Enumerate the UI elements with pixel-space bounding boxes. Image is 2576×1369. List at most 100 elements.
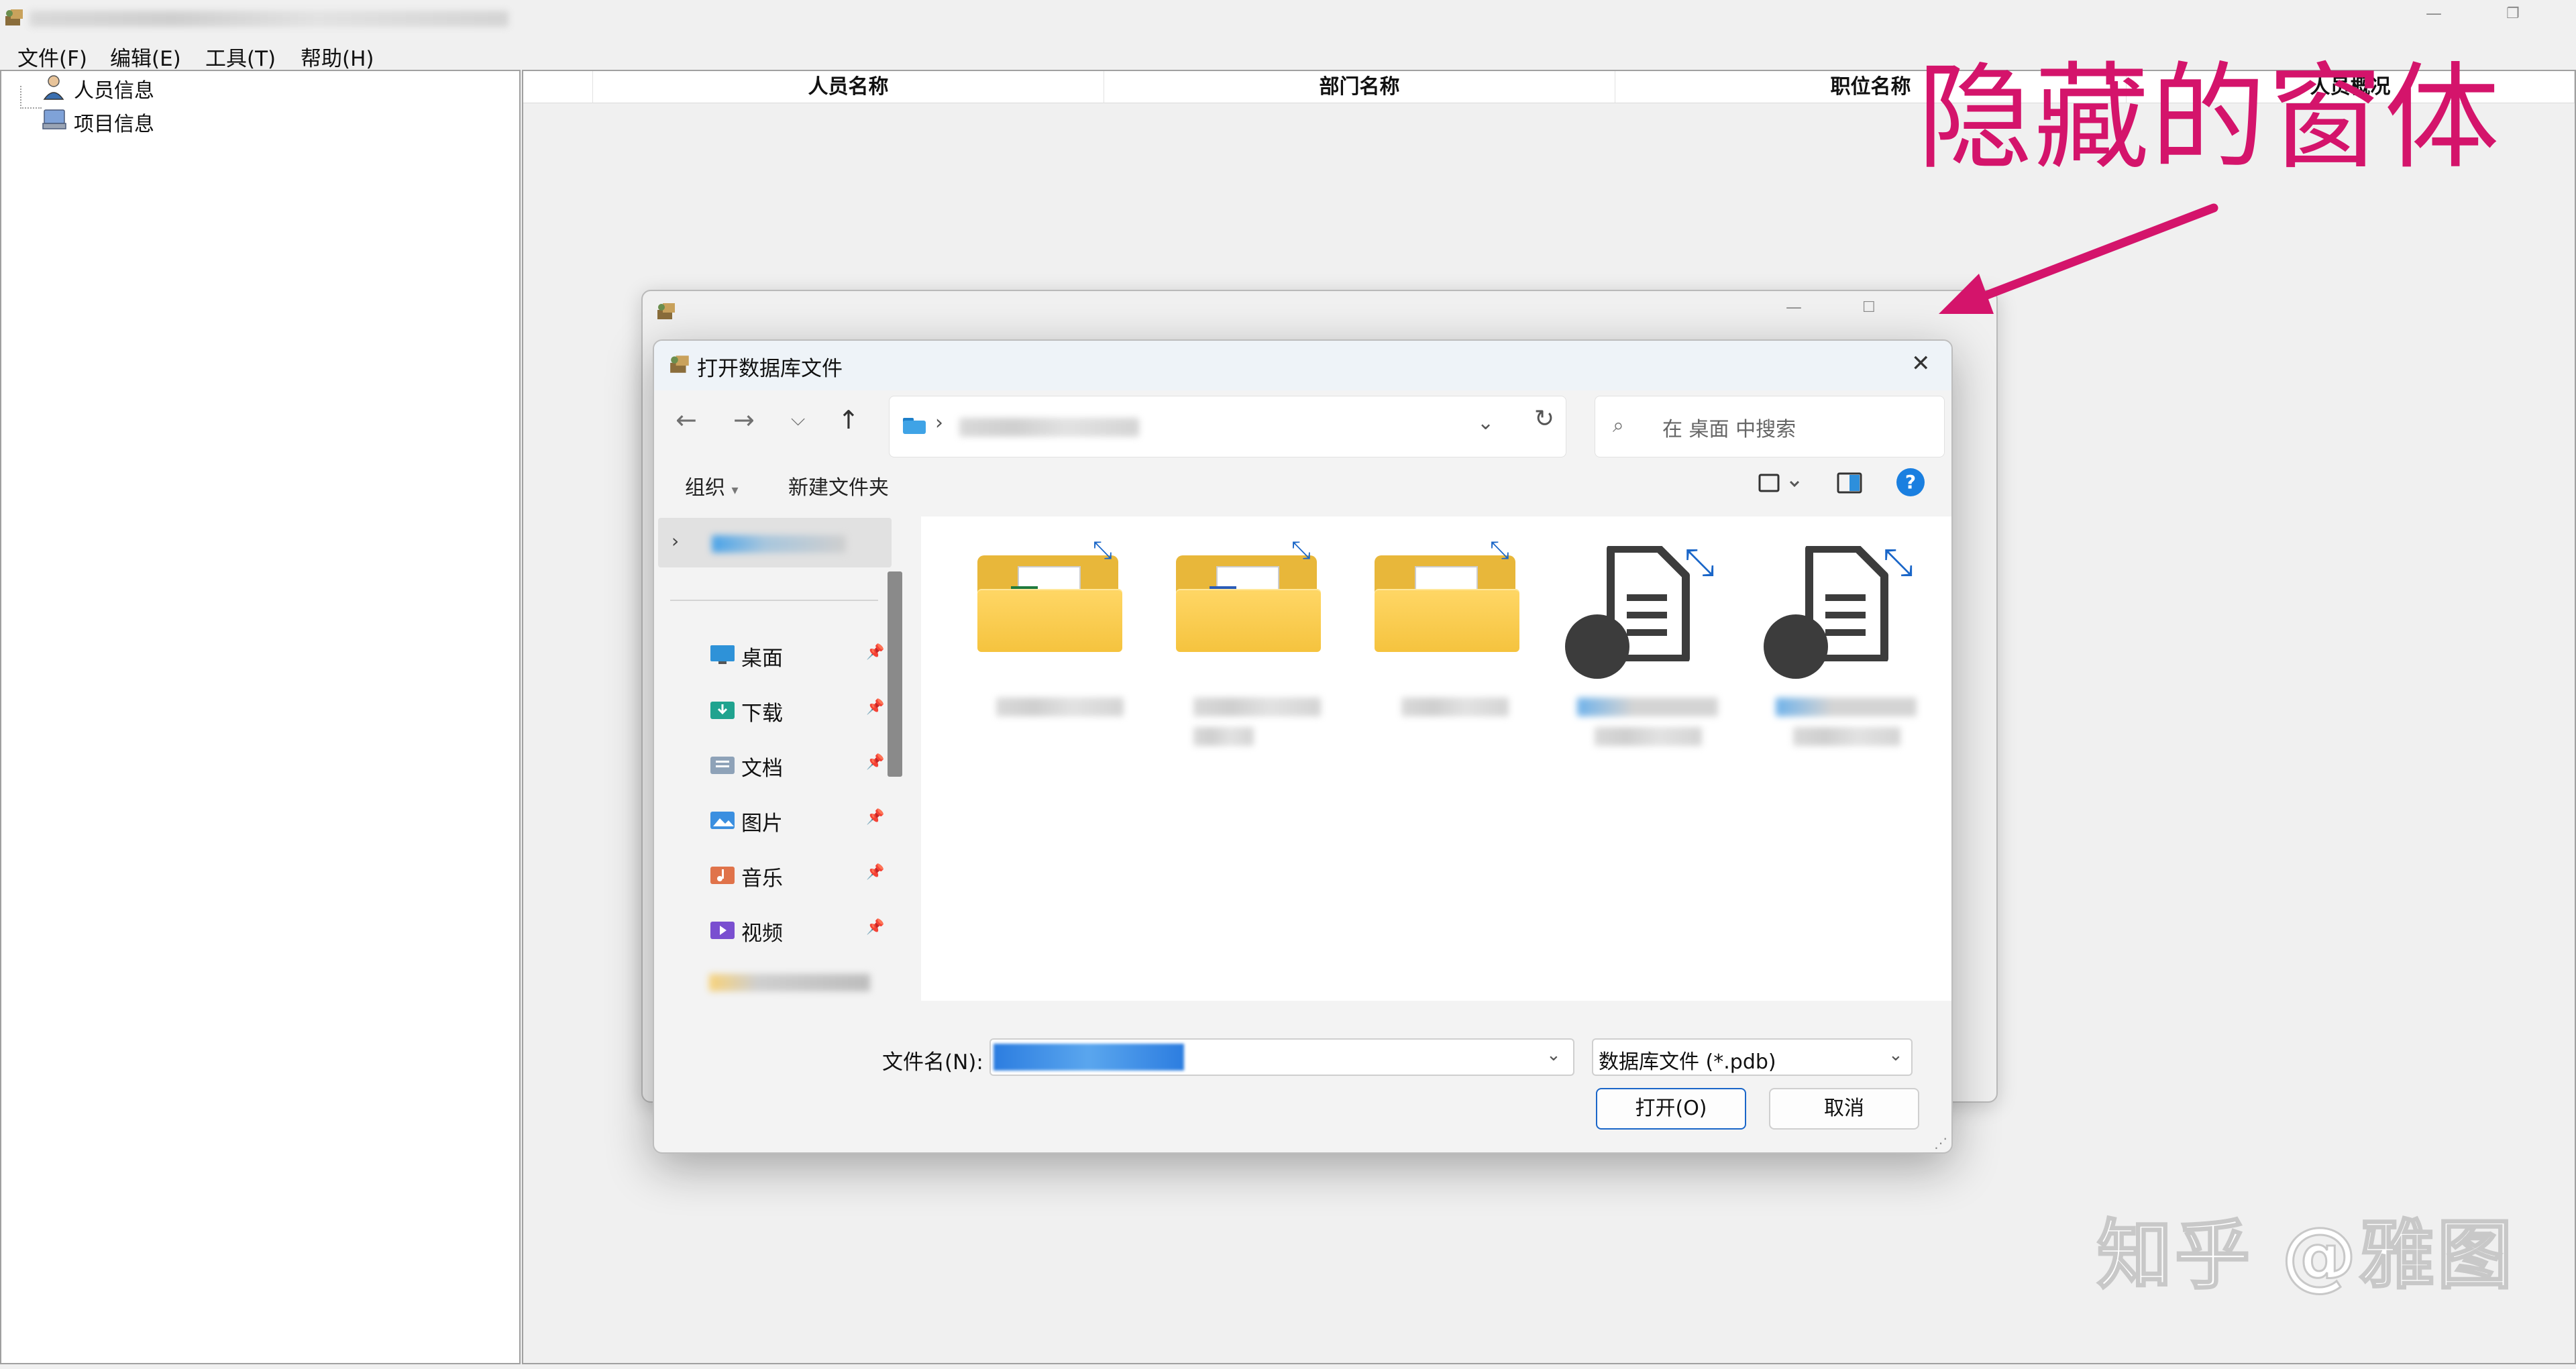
documents-icon [709,754,736,775]
hidden-window-minimize[interactable]: — [1786,298,1802,317]
watermark: 知乎 @雅图 [2096,1212,2515,1299]
nav-divider [670,600,878,601]
person-icon [42,74,66,101]
filename-input[interactable]: ⌄ [989,1038,1574,1076]
view-options-button[interactable] [1757,470,1804,496]
help-icon[interactable]: ? [1896,468,1925,496]
column-header-department[interactable]: 部门名称 [1104,71,1615,103]
resize-grip[interactable]: ⋰ [1934,1135,1947,1151]
cancel-button[interactable]: 取消 [1769,1088,1919,1130]
menu-tools[interactable]: 工具(T) [205,42,276,72]
folder-item[interactable]: W ⤡ [1169,537,1330,746]
tree-item-people[interactable]: 人员信息 [74,74,154,103]
file-item[interactable]: ⤡ [1762,537,1923,746]
sync-arrows-icon: ⤡ [1883,541,1913,584]
address-bar[interactable]: › ⌄ [889,396,1566,457]
organize-label: 组织 [685,476,725,500]
filetype-select[interactable]: 数据库文件 (*.pdb) ⌄ [1592,1038,1913,1076]
sync-arrows-icon: ⤡ [1291,537,1311,564]
organize-button[interactable]: 组织 ▾ [685,471,739,500]
nav-label-desktop: 桌面 [741,647,783,671]
nav-label-pictures: 图片 [741,812,783,836]
filename-blurred [1793,727,1900,746]
file-item[interactable]: ⤡ [1564,537,1725,746]
minimize-button[interactable]: — [2426,4,2442,23]
annotation-text: 隐藏的窗体 [1917,50,2501,185]
app-icon [4,7,25,28]
tree-connector [20,86,42,109]
filename-blurred [1577,698,1718,716]
menu-help[interactable]: 帮助(H) [301,42,374,72]
filename-blurred [1401,698,1509,716]
folder-item[interactable]: ⤡ [1368,537,1529,716]
up-button[interactable]: ↑ [838,405,859,435]
pin-icon[interactable]: 📌 [866,644,884,661]
filename-blurred [1193,698,1321,716]
desktop-icon [709,644,736,665]
sync-arrows-icon: ⤡ [1490,537,1509,564]
dialog-close-button[interactable]: ✕ [1911,350,1931,377]
expand-chevron-icon[interactable]: › [672,530,679,552]
filename-blurred [996,698,1124,716]
breadcrumb-chevron: › [935,411,943,435]
recent-locations-button[interactable]: ⌵ [791,408,805,431]
document-badge [1764,614,1828,679]
search-input[interactable]: 在 桌面 中搜索 [1662,413,1796,442]
sync-arrows-icon: ⤡ [1684,541,1715,584]
open-button[interactable]: 打开(O) [1596,1088,1746,1130]
search-box[interactable]: ⌕ 在 桌面 中搜索 [1595,396,1945,457]
annotation-arrow [1939,203,2218,314]
filename-dropdown-icon[interactable]: ⌄ [1546,1045,1561,1065]
sync-arrows-icon: ⤡ [1093,537,1112,564]
back-button[interactable]: ← [676,405,697,435]
filename-blurred [1776,698,1917,716]
preview-pane-icon[interactable] [1836,470,1863,496]
filename-label: 文件名(N): [882,1050,983,1075]
document-badge [1565,614,1629,679]
nav-label-downloads: 下载 [741,702,783,726]
pin-icon[interactable]: 📌 [866,809,884,826]
filename-input-selection [994,1044,1184,1071]
forward-button[interactable]: → [733,405,755,435]
folder-front [1375,589,1519,652]
refresh-icon[interactable]: ↻ [1534,405,1554,433]
address-path-blurred [959,418,1139,437]
folder-item[interactable]: X ⤡ [971,537,1132,716]
videos-icon [709,919,736,940]
address-dropdown-icon[interactable]: ⌄ [1477,411,1494,435]
nav-label-documents: 文档 [741,757,783,781]
column-header-name[interactable]: 人员名称 [593,71,1104,103]
project-icon [42,107,67,131]
folder-front [977,589,1122,652]
search-icon: ⌕ [1613,414,1624,437]
dialog-title: 打开数据库文件 [697,357,843,381]
restore-button[interactable]: ❐ [2506,5,2520,22]
dialog-titlebar [654,341,1951,390]
row-header-corner [523,71,593,103]
new-folder-button[interactable]: 新建文件夹 [788,471,889,500]
pin-icon[interactable]: 📌 [866,919,884,936]
folder-location-icon [903,415,926,435]
nav-scrollbar-thumb[interactable] [888,571,902,777]
pin-icon[interactable]: 📌 [866,699,884,716]
nav-label-videos: 视频 [741,922,783,946]
hidden-window-icon [656,300,678,322]
nav-item-blurred-label [712,535,846,553]
download-icon [709,699,736,720]
nav-item-selected[interactable]: › [658,518,892,567]
open-file-dialog: 打开数据库文件 ✕ ← → ⌵ ↑ › ⌄ ↻ ⌕ 在 桌面 中搜索 组织 ▾ … [653,339,1953,1154]
menu-edit[interactable]: 编辑(E) [110,42,181,72]
music-icon [709,864,736,885]
hidden-window-maximize[interactable]: ☐ [1862,299,1876,316]
dialog-icon [669,353,692,376]
filetype-dropdown-icon[interactable]: ⌄ [1888,1045,1903,1065]
nav-label-music: 音乐 [741,867,783,891]
filename-blurred [1193,727,1254,746]
tree-item-projects[interactable]: 项目信息 [74,107,154,137]
menu-file[interactable]: 文件(F) [17,42,87,72]
tree-pane [0,70,521,1364]
nav-item-blurred[interactable] [709,974,870,991]
app-title-blurred [30,11,508,27]
pin-icon[interactable]: 📌 [866,754,884,771]
pin-icon[interactable]: 📌 [866,864,884,881]
